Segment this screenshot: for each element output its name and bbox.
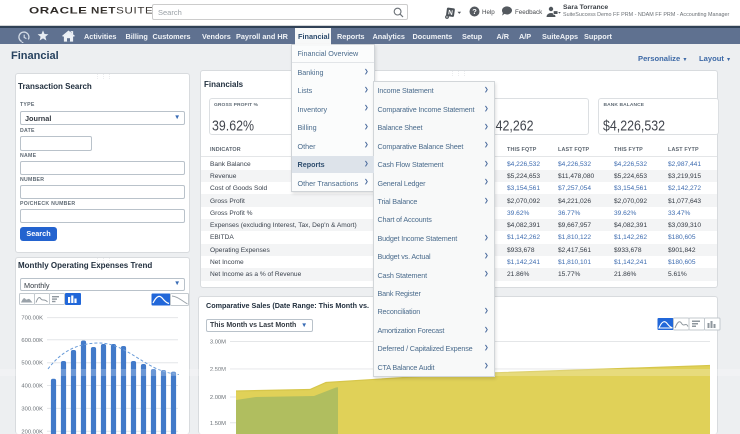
svg-text:600.00K: 600.00K xyxy=(21,338,43,344)
svg-text:3.00M: 3.00M xyxy=(210,340,226,346)
svg-text:300.00K: 300.00K xyxy=(21,406,43,412)
svg-text:700.00K: 700.00K xyxy=(21,316,43,322)
svg-text:500.00K: 500.00K xyxy=(21,361,43,367)
svg-text:2.00M: 2.00M xyxy=(210,395,226,401)
svg-text:?: ? xyxy=(472,7,477,16)
svg-text:200.00K: 200.00K xyxy=(21,429,43,434)
svg-text:1.50M: 1.50M xyxy=(210,421,226,427)
svg-text:400.00K: 400.00K xyxy=(21,384,43,390)
